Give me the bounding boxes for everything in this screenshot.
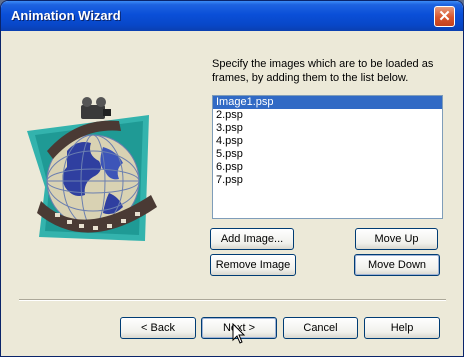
animation-wizard-window: Animation Wizard ✕ Specify the images wh… (0, 0, 464, 357)
cancel-button[interactable]: Cancel (283, 317, 358, 339)
globe-film-icon (27, 97, 157, 241)
list-item[interactable]: 7.psp (213, 174, 442, 187)
move-up-button[interactable]: Move Up (355, 228, 438, 250)
list-item[interactable]: 2.psp (213, 109, 442, 122)
list-item[interactable]: 5.psp (213, 148, 442, 161)
move-down-button[interactable]: Move Down (354, 254, 440, 276)
close-icon: ✕ (438, 8, 451, 25)
separator (19, 299, 446, 301)
window-title: Animation Wizard (11, 8, 121, 23)
list-item[interactable]: Image1.psp (213, 96, 442, 109)
wizard-body: Specify the images which are to be loade… (5, 31, 459, 353)
remove-image-button[interactable]: Remove Image (210, 254, 296, 276)
list-item[interactable]: 6.psp (213, 161, 442, 174)
mouse-cursor-icon (232, 323, 246, 344)
list-item[interactable]: 3.psp (213, 122, 442, 135)
title-bar[interactable]: Animation Wizard ✕ (1, 1, 463, 31)
back-button[interactable]: < Back (120, 317, 196, 339)
frames-listbox[interactable]: Image1.psp 2.psp 3.psp 4.psp 5.psp 6.psp… (212, 95, 443, 219)
add-image-button[interactable]: Add Image... (210, 228, 294, 250)
instructions-text: Specify the images which are to be loade… (212, 58, 434, 84)
close-button[interactable]: ✕ (434, 6, 455, 27)
list-item[interactable]: 4.psp (213, 135, 442, 148)
help-button[interactable]: Help (364, 317, 440, 339)
